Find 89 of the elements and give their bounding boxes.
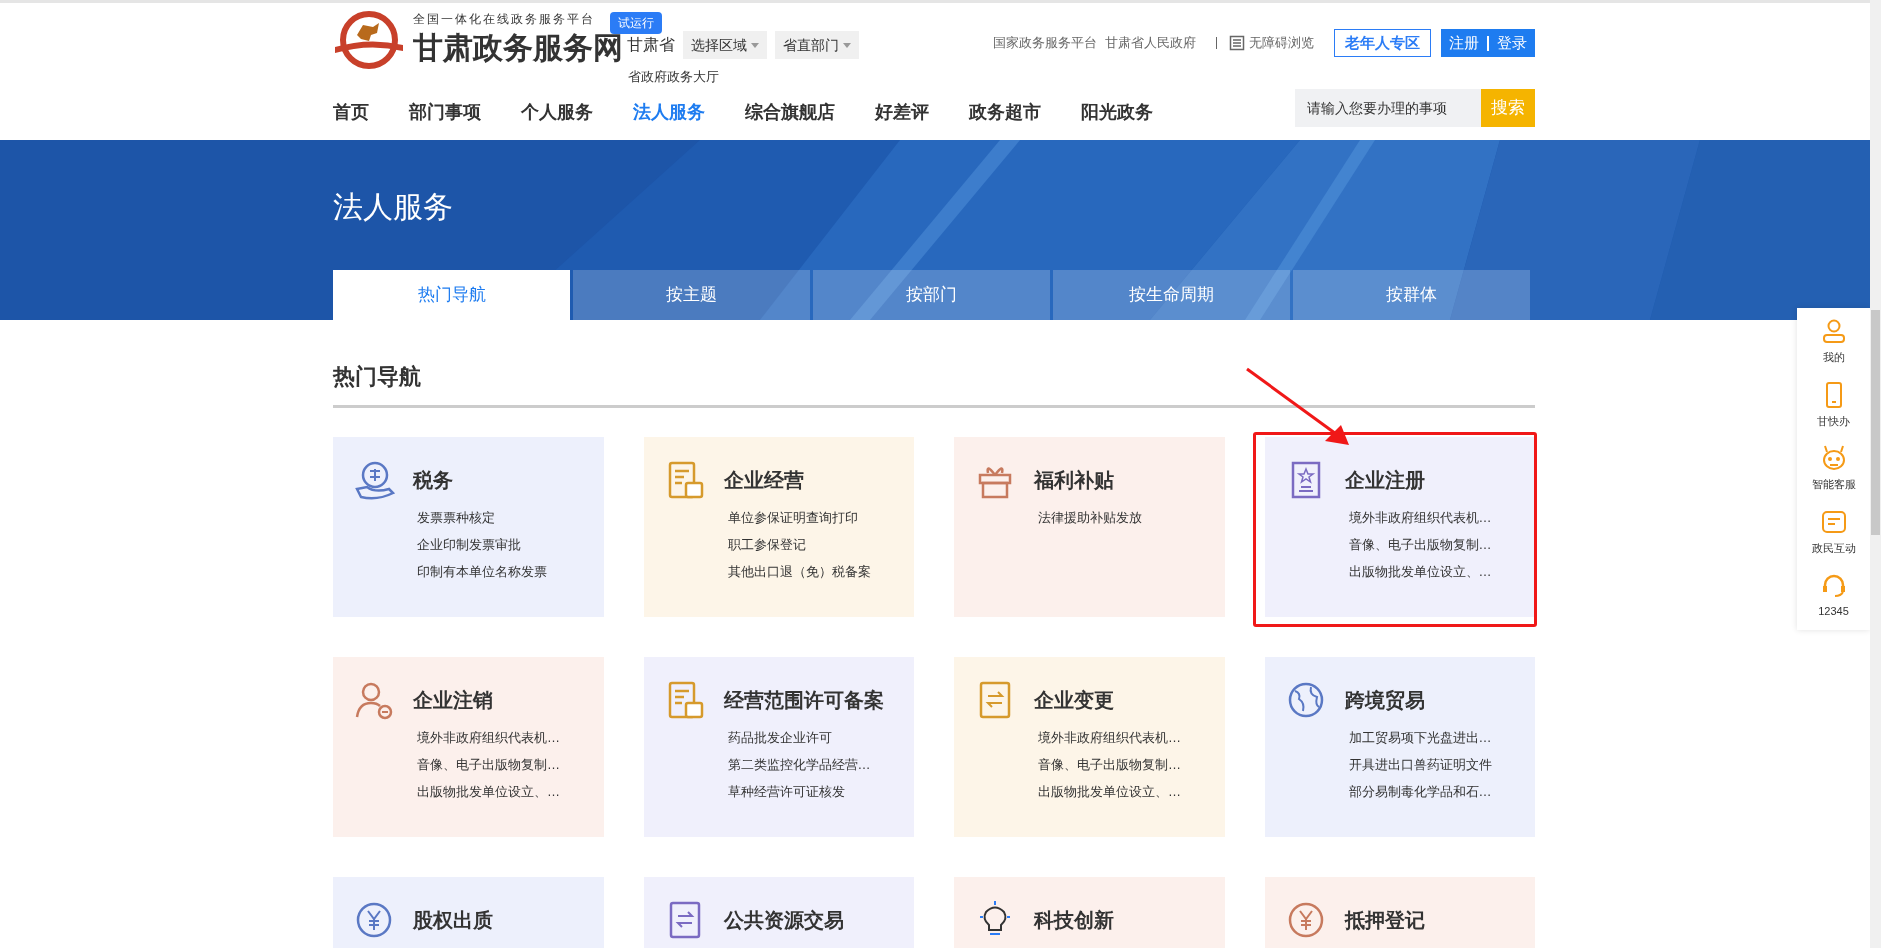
register-link[interactable]: 注册 <box>1449 31 1479 55</box>
banner-title: 法人服务 <box>333 189 453 225</box>
hall-link[interactable]: 省政府政务大厅 <box>628 67 719 87</box>
department-dropdown[interactable]: 省直部门 <box>775 31 859 59</box>
card-title: 企业变更 <box>1034 688 1114 713</box>
headset-icon <box>1820 572 1847 598</box>
service-link[interactable]: 发票票种核定 <box>417 509 604 527</box>
service-link[interactable]: 药品批发企业许可 <box>727 729 914 747</box>
side-tool-button[interactable]: 甘快办 <box>1817 377 1850 433</box>
caret-icon <box>843 42 851 48</box>
category-tab[interactable]: 按主题 <box>573 270 810 320</box>
service-card[interactable]: 科技创新 <box>954 877 1225 948</box>
document-icon <box>1229 35 1245 51</box>
service-link[interactable]: 部分易制毒化学品和石… <box>1348 783 1535 801</box>
logo-tagline: 全国一体化在线政务服务平台 <box>413 13 596 26</box>
card-title: 企业经营 <box>723 468 804 493</box>
nav-link[interactable]: 综合旗舰店 <box>745 89 835 143</box>
service-card[interactable]: 企业注销 境外非政府组织代表机… 音像、电子出版物复制… 出版物批发单位设立、… <box>333 657 604 837</box>
service-link[interactable]: 第二类监控化学品经营… <box>727 756 914 774</box>
card-title: 企业注册 <box>1344 468 1425 493</box>
top-link[interactable]: 甘肃省人民政府 <box>1105 33 1196 53</box>
trial-badge: 试运行 <box>610 12 662 34</box>
card-title: 税务 <box>413 468 453 493</box>
service-link[interactable]: 音像、电子出版物复制… <box>417 756 604 774</box>
service-card[interactable]: 企业变更 境外非政府组织代表机… 音像、电子出版物复制… 出版物批发单位设立、… <box>954 657 1225 837</box>
nav-link[interactable]: 政务超市 <box>969 89 1041 143</box>
divider-line <box>1216 37 1217 49</box>
side-tool-button[interactable]: 智能客服 <box>1811 441 1856 497</box>
region-dropdown[interactable]: 选择区域 <box>683 31 767 59</box>
service-card[interactable]: 福利补贴 法律援助补贴发放 <box>954 437 1225 617</box>
side-tool-button[interactable]: 12345 <box>1818 568 1849 624</box>
side-tool-button[interactable]: 我的 <box>1820 314 1847 370</box>
card-title: 公共资源交易 <box>723 908 844 933</box>
robot-icon <box>1820 445 1847 471</box>
card-title: 抵押登记 <box>1344 908 1425 933</box>
service-card[interactable]: 税务 发票票种核定 企业印制发票审批 印制有本单位名称发票 <box>333 437 604 617</box>
login-link[interactable]: 登录 <box>1497 31 1527 55</box>
card-title: 福利补贴 <box>1034 468 1114 493</box>
service-card[interactable]: 跨境贸易 加工贸易项下光盘进出… 开具进出口兽药证明文件 部分易制毒化学品和石… <box>1264 657 1535 837</box>
service-link[interactable]: 法律援助补贴发放 <box>1038 509 1225 527</box>
side-tool-button[interactable]: 政民互动 <box>1811 504 1856 560</box>
service-link[interactable]: 出版物批发单位设立、… <box>1348 563 1535 581</box>
service-link[interactable]: 音像、电子出版物复制… <box>1348 536 1535 554</box>
service-link[interactable]: 加工贸易项下光盘进出… <box>1348 729 1535 747</box>
service-link[interactable]: 单位参保证明查询打印 <box>727 509 914 527</box>
service-link[interactable]: 境外非政府组织代表机… <box>1348 509 1535 527</box>
category-tab[interactable]: 按部门 <box>813 270 1050 320</box>
nav-link[interactable]: 部门事项 <box>409 89 481 143</box>
service-link[interactable]: 草种经营许可证核发 <box>727 783 914 801</box>
service-card[interactable]: 抵押登记 <box>1264 877 1535 948</box>
card-title: 跨境贸易 <box>1344 688 1425 713</box>
service-card[interactable]: 公共资源交易 <box>643 877 914 948</box>
service-card[interactable]: 企业注册 境外非政府组织代表机… 音像、电子出版物复制… 出版物批发单位设立、… <box>1264 437 1535 617</box>
service-card[interactable]: 经营范围许可备案 药品批发企业许可 第二类监控化学品经营… 草种经营许可证核发 <box>643 657 914 837</box>
category-tab[interactable]: 热门导航 <box>333 270 570 320</box>
nav-link[interactable]: 好差评 <box>875 89 929 143</box>
section-title: 热门导航 <box>333 360 1535 408</box>
service-link[interactable]: 出版物批发单位设立、… <box>417 783 604 801</box>
user-icon <box>1820 318 1847 344</box>
tax-icon <box>353 459 395 501</box>
top-link[interactable]: 国家政务服务平台 <box>993 33 1097 53</box>
service-link[interactable]: 企业印制发票审批 <box>417 536 604 554</box>
divider-line <box>1487 35 1489 51</box>
nav-link[interactable]: 阳光政务 <box>1081 89 1153 143</box>
card-title: 经营范围许可备案 <box>723 688 884 713</box>
caret-icon <box>751 42 759 48</box>
scrollbar[interactable] <box>1870 0 1881 948</box>
service-link[interactable]: 其他出口退（免）税备案 <box>727 563 914 581</box>
card-title: 科技创新 <box>1034 908 1114 933</box>
service-link[interactable]: 开具进出口兽药证明文件 <box>1348 756 1535 774</box>
nav-link[interactable]: 首页 <box>333 89 369 143</box>
scrollbar-thumb[interactable] <box>1871 310 1880 535</box>
service-link[interactable]: 境外非政府组织代表机… <box>417 729 604 747</box>
service-card[interactable]: 股权出质 <box>333 877 604 948</box>
elderly-zone-button[interactable]: 老年人专区 <box>1334 29 1431 57</box>
service-link[interactable]: 印制有本单位名称发票 <box>417 563 604 581</box>
nav-link[interactable]: 个人服务 <box>521 89 593 143</box>
search-field[interactable]: 请输入您要办理的事项 <box>1295 89 1481 127</box>
service-link[interactable]: 境外非政府组织代表机… <box>1038 729 1225 747</box>
service-link[interactable]: 出版物批发单位设立、… <box>1038 783 1225 801</box>
card-title: 企业注销 <box>413 688 493 713</box>
card-title: 股权出质 <box>413 908 493 933</box>
accessibility-link[interactable]: 无障碍浏览 <box>1229 33 1314 53</box>
service-link[interactable]: 音像、电子出版物复制… <box>1038 756 1225 774</box>
province-label: 甘肃省 <box>627 35 675 55</box>
message-icon <box>1820 508 1847 535</box>
service-link[interactable]: 职工参保登记 <box>727 536 914 554</box>
service-card[interactable]: 企业经营 单位参保证明查询打印 职工参保登记 其他出口退（免）税备案 <box>643 437 914 617</box>
logo-icon <box>333 11 405 69</box>
